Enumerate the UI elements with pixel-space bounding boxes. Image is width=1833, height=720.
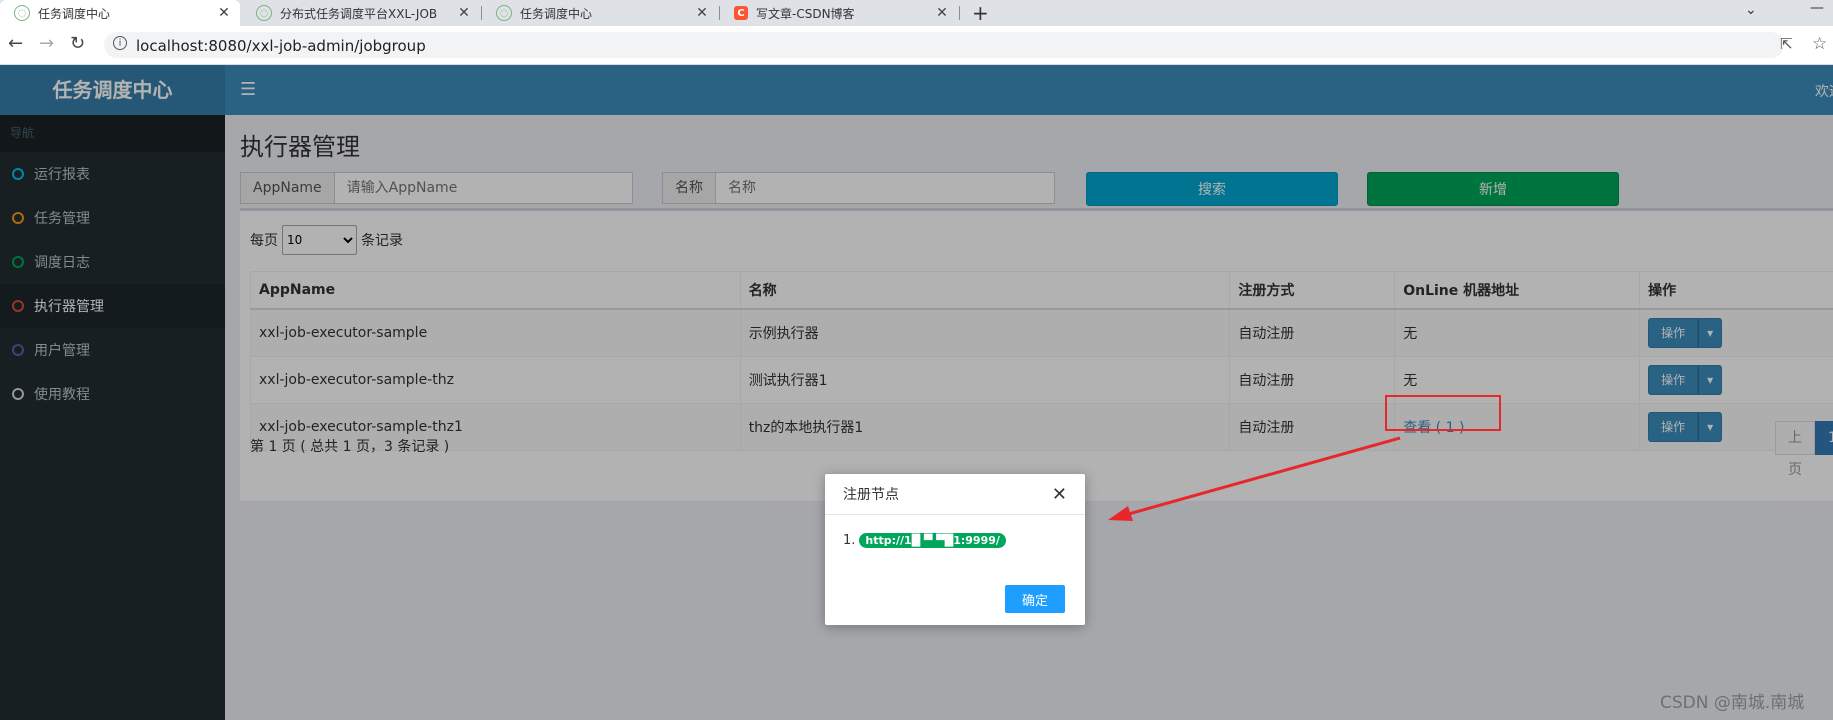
- browser-tab-1[interactable]: ◌ 任务调度中心 ✕: [0, 0, 240, 26]
- browser-tab-4[interactable]: C 写文章-CSDN博客 ✕: [720, 0, 958, 26]
- minimize-icon[interactable]: —: [1810, 0, 1824, 16]
- tab-title: 任务调度中心: [520, 6, 593, 21]
- registered-nodes-dialog: 注册节点 ✕ 1. http://1█ ▀ ▀█1:9999/ 确定: [825, 474, 1085, 625]
- dialog-header: 注册节点 ✕: [825, 474, 1085, 515]
- csdn-favicon-icon: C: [734, 6, 748, 20]
- xxl-favicon-icon: ◌: [496, 5, 512, 21]
- browser-tab-3[interactable]: ◌ 任务调度中心 ✕: [482, 0, 718, 26]
- tab-title: 分布式任务调度平台XXL-JOB: [280, 6, 438, 21]
- url-text[interactable]: localhost:8080/xxl-job-admin/jobgroup: [136, 37, 426, 55]
- close-icon[interactable]: ✕: [934, 5, 950, 21]
- browser-tab-bar: ◌ 任务调度中心 ✕ ◌ 分布式任务调度平台XXL-JOB ✕ ◌ 任务调度中心…: [0, 0, 1833, 26]
- tab-separator: [959, 6, 960, 20]
- xxl-favicon-icon: ◌: [14, 5, 30, 21]
- xxl-favicon-icon: ◌: [256, 5, 272, 21]
- annotation-highlight-box: [1385, 395, 1501, 431]
- close-icon[interactable]: ✕: [216, 5, 232, 21]
- dialog-title: 注册节点: [843, 487, 899, 503]
- node-list-number: 1.: [843, 533, 856, 548]
- forward-arrow-icon[interactable]: →: [39, 33, 54, 54]
- share-icon[interactable]: ⇱: [1780, 35, 1793, 53]
- close-icon[interactable]: ✕: [1052, 484, 1067, 505]
- back-arrow-icon[interactable]: ←: [8, 33, 23, 54]
- dialog-body: 1. http://1█ ▀ ▀█1:9999/: [825, 515, 1085, 566]
- node-address-badge: http://1█ ▀ ▀█1:9999/: [859, 533, 1006, 548]
- close-icon[interactable]: ✕: [456, 5, 472, 21]
- new-tab-button[interactable]: +: [972, 1, 989, 25]
- browser-tab-2[interactable]: ◌ 分布式任务调度平台XXL-JOB ✕: [242, 0, 480, 26]
- confirm-button[interactable]: 确定: [1005, 585, 1065, 613]
- watermark: CSDN @南城.南城: [1660, 693, 1805, 713]
- close-icon[interactable]: ✕: [694, 5, 710, 21]
- bookmark-star-icon[interactable]: ☆: [1812, 34, 1827, 54]
- tab-search-chevron-icon[interactable]: ⌄: [1745, 2, 1757, 18]
- site-info-icon[interactable]: i: [113, 36, 127, 50]
- tab-title: 写文章-CSDN博客: [756, 6, 855, 21]
- reload-icon[interactable]: ↻: [70, 33, 85, 54]
- tab-title: 任务调度中心: [38, 6, 111, 21]
